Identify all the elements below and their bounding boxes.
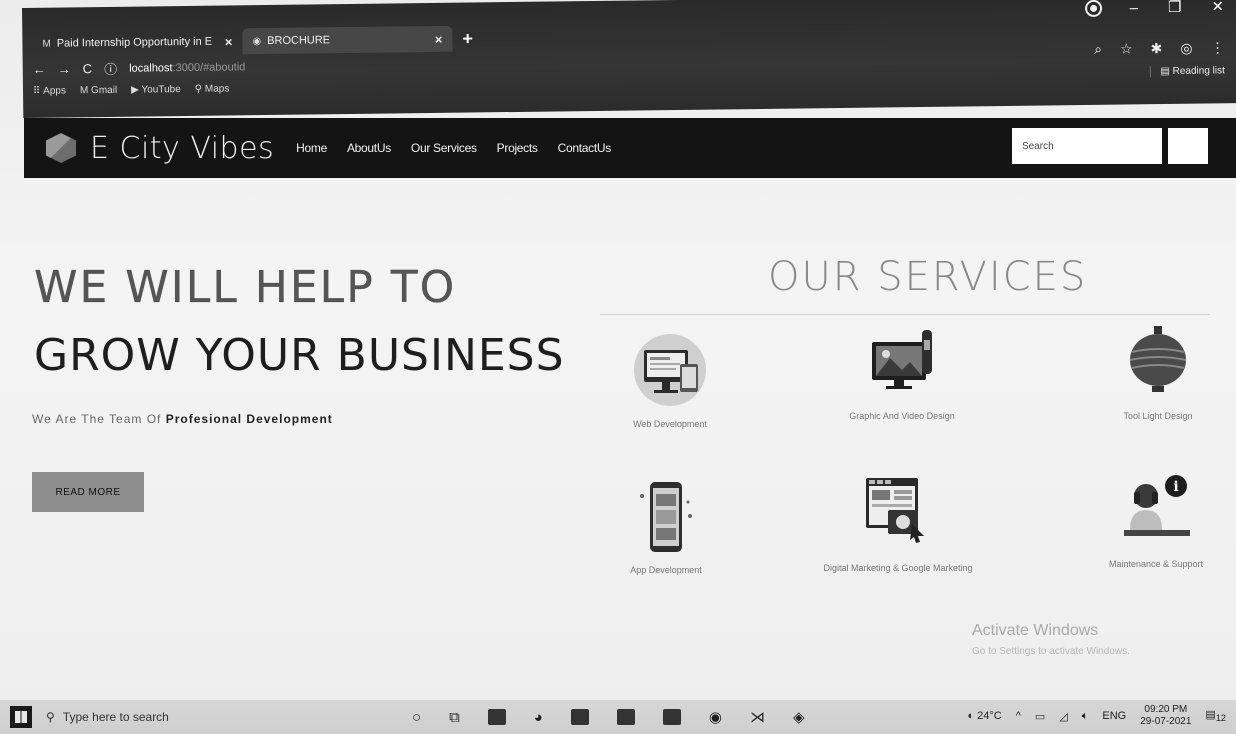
profile-icon[interactable]	[1084, 0, 1102, 17]
divider	[600, 314, 1210, 315]
bookmark-maps[interactable]: ⚲ Maps	[195, 83, 230, 94]
bookmark-gmail[interactable]: M Gmail	[80, 85, 117, 96]
tab-brochure[interactable]: ◉ BROCHURE ×	[242, 25, 453, 55]
battery-icon[interactable]: ▭	[1035, 710, 1045, 723]
forward-icon[interactable]: →	[58, 61, 71, 76]
mail-icon[interactable]	[662, 709, 681, 725]
service-card[interactable]: Digital Marketing & Google Marketing	[818, 474, 978, 574]
service-card[interactable]: Graphic And Video Design	[822, 322, 982, 422]
gmail-icon: M	[42, 38, 51, 50]
app-icon[interactable]: ◈	[793, 708, 805, 726]
nav-about[interactable]: AboutUs	[347, 141, 391, 155]
service-card[interactable]: Tool Light Design	[1078, 322, 1236, 422]
bookmark-youtube[interactable]: ▶ YouTube	[131, 84, 181, 96]
reading-list-button[interactable]: ▤ Reading list	[1149, 65, 1225, 78]
search-button[interactable]	[1168, 128, 1208, 164]
search-icon: ⚲	[46, 710, 55, 724]
file-explorer-icon[interactable]	[570, 709, 589, 725]
zoom-icon[interactable]: ⌕	[1094, 41, 1102, 58]
taskbar-search[interactable]: ⚲ Type here to search	[46, 710, 336, 724]
clock[interactable]: 09:20 PM 29-07-2021	[1140, 704, 1191, 728]
office-icon[interactable]	[616, 709, 635, 725]
bookmark-apps[interactable]: ⠿ Apps	[33, 85, 66, 96]
hero-tagline: We Are The Team Of Profesional Developme…	[32, 412, 333, 426]
system-tray: ◐ 24°C ^ ▭ ◿ 🔈︎ ENG 09:20 PM 29-07-2021 …	[967, 704, 1226, 728]
service-label: Web Development	[633, 419, 707, 429]
tab-gmail[interactable]: M Paid Internship Opportunity in E ×	[32, 28, 242, 57]
service-card[interactable]: Web Development	[590, 330, 750, 430]
nav-contact[interactable]: ContactUs	[558, 141, 612, 155]
maximize-button[interactable]: ❐	[1168, 0, 1182, 16]
close-icon[interactable]: ×	[225, 34, 233, 49]
weather-icon[interactable]: ◐ 24°C	[967, 710, 1001, 722]
bookmarks-bar: ⠿ Apps M Gmail ▶ YouTube ⚲ Maps	[33, 83, 229, 96]
brand-name[interactable]: E City Vibes	[90, 131, 274, 166]
taskbar-apps: ○ ⧉ ◕ ◉ ⋊ ◈	[412, 708, 805, 727]
volume-icon[interactable]: 🔈︎	[1082, 710, 1089, 723]
service-label: Maintenance & Support	[1108, 559, 1204, 569]
site-navbar: E City Vibes Home AboutUs Our Services P…	[24, 118, 1236, 178]
phone-app-icon	[626, 476, 706, 556]
logo-icon	[46, 133, 76, 163]
hero-heading-line2: GROW YOUR BUSINESS	[34, 330, 565, 381]
activate-windows-subtitle: Go to Settings to activate Windows.	[972, 646, 1130, 657]
minimize-button[interactable]: –	[1130, 0, 1139, 16]
service-label: Graphic And Video Design	[849, 411, 955, 421]
task-view-icon[interactable]: ⧉	[449, 709, 460, 726]
hero-heading-line1: WE WILL HELP TO	[34, 262, 457, 313]
chevron-up-icon[interactable]: ^	[1016, 710, 1021, 722]
nav-links: Home AboutUs Our Services Projects Conta…	[296, 141, 611, 155]
back-icon[interactable]: ←	[33, 62, 46, 77]
menu-icon[interactable]: ⋮	[1210, 39, 1224, 56]
cortana-icon[interactable]: ○	[412, 709, 421, 726]
tab-strip: M Paid Internship Opportunity in E × ◉ B…	[32, 24, 473, 57]
close-icon[interactable]: ×	[435, 31, 443, 46]
monitor-pen-icon	[862, 322, 942, 402]
services-title: OUR SERVICES	[768, 254, 1088, 300]
service-card[interactable]: App Development	[586, 476, 746, 576]
account-icon[interactable]: ◎	[1180, 40, 1192, 57]
vscode-icon[interactable]: ⋊	[750, 708, 765, 726]
edge-icon[interactable]: ◕	[534, 709, 543, 726]
web-browser-icon	[858, 474, 938, 554]
service-label: App Development	[630, 565, 702, 575]
windows-start-button[interactable]	[10, 706, 32, 728]
extensions-icon[interactable]: ✱	[1151, 40, 1163, 57]
service-label: Digital Marketing & Google Marketing	[823, 563, 973, 573]
nav-services[interactable]: Our Services	[411, 141, 477, 155]
tab-label: Paid Internship Opportunity in E	[56, 35, 213, 50]
svg-text:i: i	[1173, 479, 1178, 495]
browser-chrome: M Paid Internship Opportunity in E × ◉ B…	[22, 0, 1236, 118]
globe-icon: ◉	[252, 35, 262, 47]
read-more-button[interactable]: READ MORE	[32, 472, 144, 512]
url-field[interactable]: localhost:3000/#aboutid	[129, 61, 245, 74]
service-card[interactable]: i Maintenance & Support	[1076, 470, 1236, 570]
address-bar: ← → C ⓘ localhost:3000/#aboutid	[33, 57, 246, 79]
store-icon[interactable]	[487, 709, 506, 725]
desktop-tablet-icon	[630, 330, 710, 410]
close-window-button[interactable]: ✕	[1211, 0, 1224, 15]
new-tab-button[interactable]: +	[462, 28, 473, 49]
language-indicator[interactable]: ENG	[1102, 710, 1126, 722]
window-controls: – ❐ ✕	[1084, 0, 1224, 17]
lantern-icon	[1118, 322, 1198, 402]
taskbar: ⚲ Type here to search ○ ⧉ ◕ ◉ ⋊ ◈ ◐ 24°C…	[0, 700, 1236, 734]
browser-tools: ⌕ ☆ ✱ ◎ ⋮	[1094, 39, 1225, 58]
nav-projects[interactable]: Projects	[497, 141, 538, 155]
taskbar-search-placeholder: Type here to search	[62, 710, 169, 724]
support-agent-icon: i	[1116, 470, 1196, 550]
star-icon[interactable]: ☆	[1120, 40, 1133, 57]
service-label: Tool Light Design	[1123, 411, 1193, 421]
screen: M Paid Internship Opportunity in E × ◉ B…	[0, 0, 1236, 734]
tab-label: BROCHURE	[267, 34, 331, 48]
info-icon[interactable]: ⓘ	[104, 59, 117, 78]
notification-icon[interactable]: ▤12	[1205, 708, 1226, 723]
reload-icon[interactable]: C	[83, 61, 93, 76]
search-form	[1012, 128, 1208, 164]
chrome-icon[interactable]: ◉	[709, 708, 722, 726]
nav-home[interactable]: Home	[296, 141, 327, 155]
network-icon[interactable]: ◿	[1059, 710, 1067, 723]
search-input[interactable]	[1012, 128, 1162, 164]
activate-windows-title: Activate Windows	[972, 622, 1099, 639]
